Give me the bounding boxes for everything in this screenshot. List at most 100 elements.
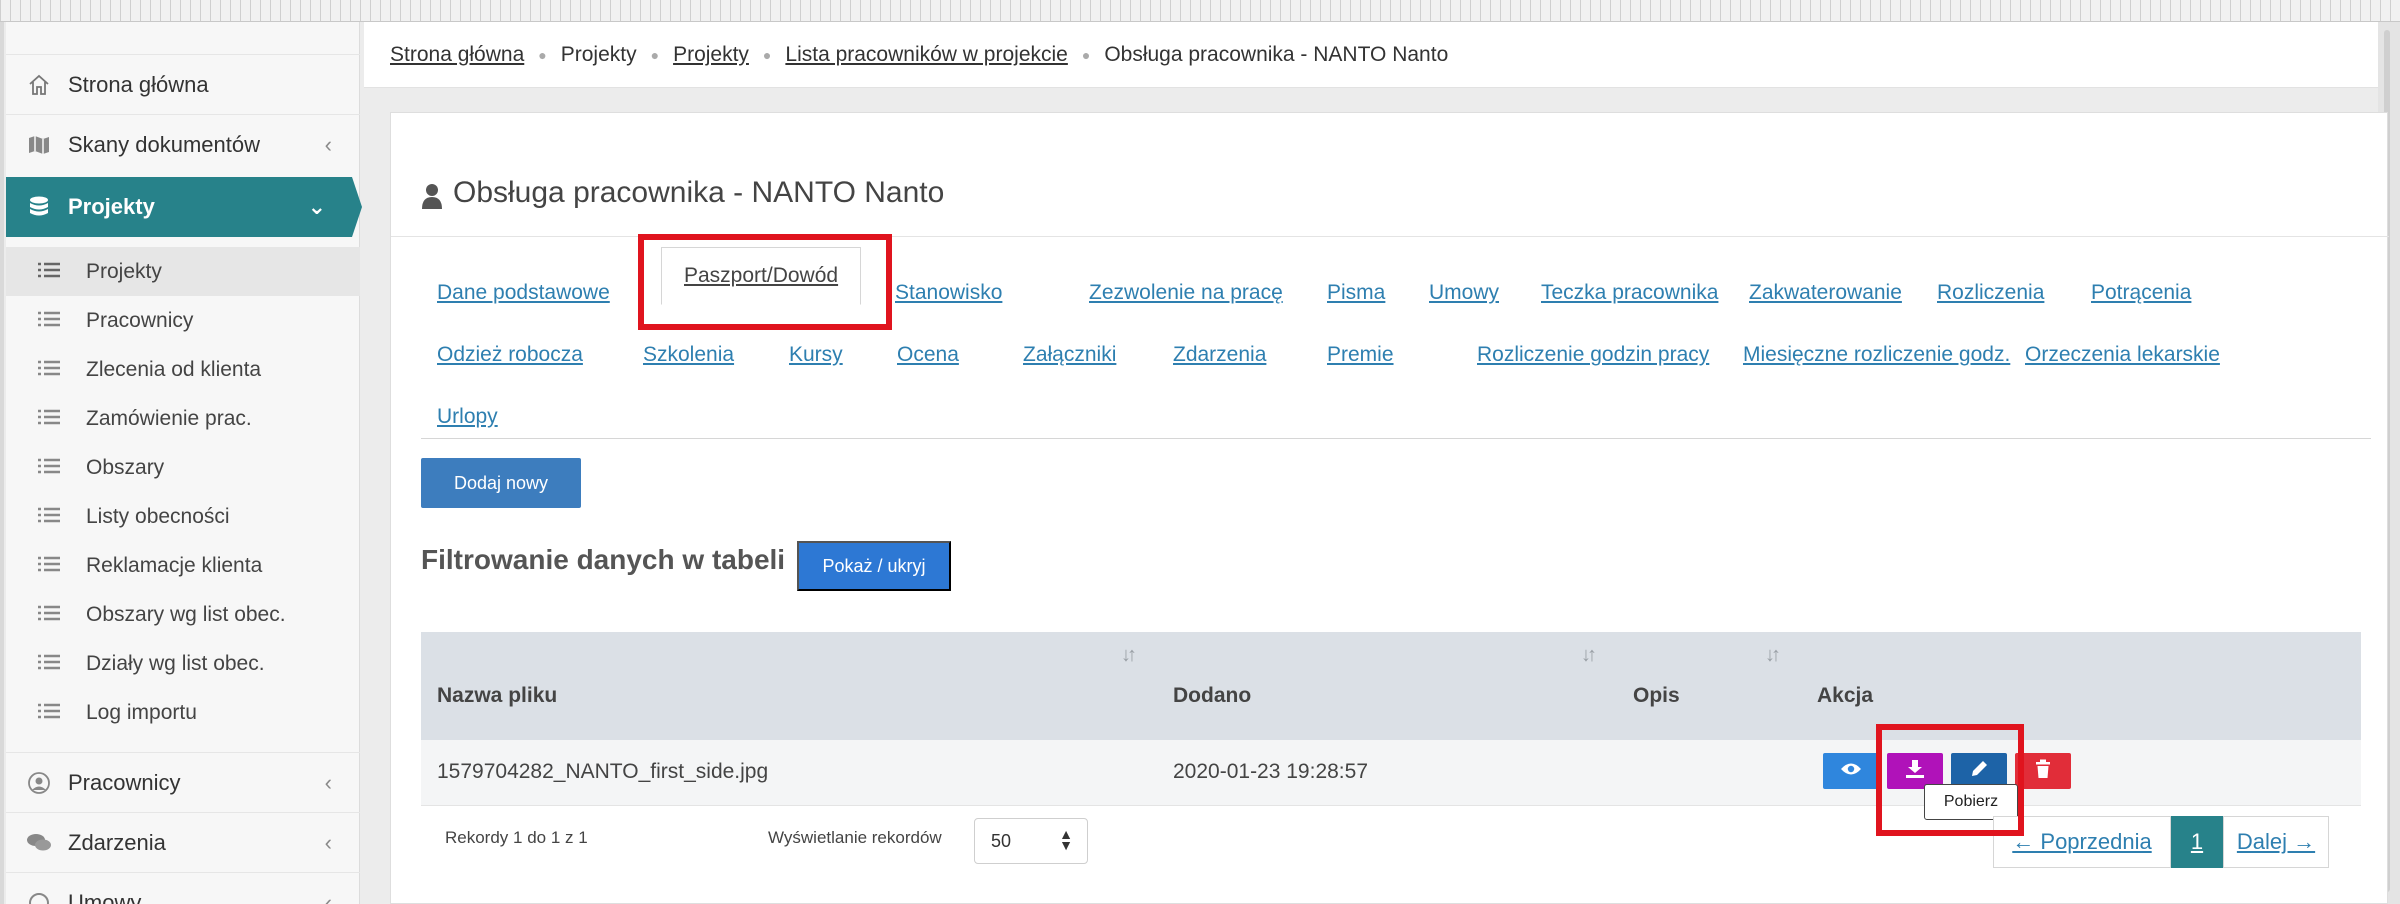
sort-icon[interactable]: ↓↑ xyxy=(1121,644,1137,667)
next-page-button[interactable]: Dalej → xyxy=(2223,816,2329,868)
records-per-page-select[interactable]: 50 ▲ ▼ xyxy=(974,818,1088,864)
sidebar-subitem-areas-by-list[interactable]: Obszary wg list obec. xyxy=(6,590,360,639)
view-button[interactable] xyxy=(1823,753,1879,789)
sidebar-subitem-workers[interactable]: Pracownicy xyxy=(6,296,360,345)
breadcrumb-separator: ● xyxy=(762,46,772,63)
sidebar-subitem-label: Obszary xyxy=(86,455,165,479)
user-circle-icon xyxy=(24,771,54,795)
tab-leaves[interactable]: Urlopy xyxy=(437,405,498,429)
sidebar-item-scans[interactable]: Skany dokumentów ‹ xyxy=(6,114,360,174)
tab-monthly-hours[interactable]: Miesięczne rozliczenie godz. xyxy=(1743,343,2010,367)
add-new-button[interactable]: Dodaj nowy xyxy=(421,458,581,508)
select-arrows-icon: ▲ ▼ xyxy=(1059,826,1073,853)
chevron-left-icon: ‹ xyxy=(324,889,332,904)
tab-courses[interactable]: Kursy xyxy=(789,343,843,367)
tab-letters[interactable]: Pisma xyxy=(1327,281,1385,305)
sort-icon[interactable]: ↓↑ xyxy=(1581,644,1597,667)
tab-events[interactable]: Zdarzenia xyxy=(1173,343,1266,367)
tab-deductions[interactable]: Potrącenia xyxy=(2091,281,2191,305)
worker-card: Obsługa pracownika - NANTO Nanto Dane po… xyxy=(390,112,2389,904)
tab-worker-folder[interactable]: Teczka pracownika xyxy=(1541,281,1718,305)
tab-work-permit[interactable]: Zezwolenie na pracę xyxy=(1089,281,1283,305)
records-info: Rekordy 1 do 1 z 1 xyxy=(445,828,588,847)
window-top-strip xyxy=(0,0,2400,22)
sidebar-subitem-label: Działy wg list obec. xyxy=(86,651,265,675)
sidebar-subitem-attendance[interactable]: Listy obecności xyxy=(6,492,360,541)
tab-medical-certificates[interactable]: Orzeczenia lekarskie xyxy=(2025,343,2220,367)
breadcrumb-projects: Projekty xyxy=(560,42,637,66)
map-icon xyxy=(24,133,54,157)
sidebar-item-events[interactable]: Zdarzenia ‹ xyxy=(6,812,360,872)
list-icon xyxy=(38,358,62,382)
chevron-left-icon: ‹ xyxy=(324,829,332,855)
sidebar-item-home[interactable]: Strona główna xyxy=(6,54,360,114)
trash-icon xyxy=(2034,759,2052,784)
sidebar-item-label: Umowy xyxy=(68,889,142,904)
sidebar: Strona główna Skany dokumentów ‹ Projekt… xyxy=(6,22,362,904)
sidebar-item-contracts[interactable]: Umowy ‹ xyxy=(6,872,360,904)
card-header: Obsługa pracownika - NANTO Nanto xyxy=(391,113,2389,237)
list-icon xyxy=(38,407,62,431)
sort-icon[interactable]: ↓↑ xyxy=(1765,644,1781,667)
sidebar-item-projects[interactable]: Projekty ⌄ xyxy=(6,177,362,237)
sidebar-subitem-departments[interactable]: Działy wg list obec. xyxy=(6,639,360,688)
sidebar-subitem-projects[interactable]: Projekty xyxy=(6,247,360,296)
sidebar-subitem-complaints[interactable]: Reklamacje klienta xyxy=(6,541,360,590)
sidebar-subitem-label: Zlecenia od klienta xyxy=(86,357,262,381)
home-icon xyxy=(24,73,54,97)
list-icon xyxy=(38,701,62,725)
sidebar-item-workers[interactable]: Pracownicy ‹ xyxy=(6,752,360,812)
sidebar-subitem-client-orders[interactable]: Zlecenia od klienta xyxy=(6,345,360,394)
page-1-button[interactable]: 1 xyxy=(2171,816,2223,868)
breadcrumb-separator: ● xyxy=(650,46,660,63)
column-header-action: Akcja xyxy=(1817,684,1874,707)
tab-position[interactable]: Stanowisko xyxy=(895,281,1002,305)
eye-icon xyxy=(1840,762,1862,781)
tab-accommodation[interactable]: Zakwaterowanie xyxy=(1749,281,1902,305)
show-hide-button[interactable]: Pokaż / ukryj xyxy=(797,541,951,591)
breadcrumb-worker-list-link[interactable]: Lista pracowników w projekcie xyxy=(785,43,1067,67)
tab-basic-data[interactable]: Dane podstawowe xyxy=(437,281,610,305)
tab-hours-settlement[interactable]: Rozliczenie godzin pracy xyxy=(1477,343,1709,367)
sidebar-item-label: Strona główna xyxy=(68,71,209,97)
column-header-description[interactable]: Opis xyxy=(1633,684,1680,708)
breadcrumb-home-link[interactable]: Strona główna xyxy=(390,43,524,67)
breadcrumb-separator: ● xyxy=(1081,46,1091,63)
database-icon xyxy=(24,195,54,219)
pagination: ← Poprzednia 1 Dalej → xyxy=(1993,816,2329,868)
sidebar-subitem-work-orders[interactable]: Zamówienie prac. xyxy=(6,394,360,443)
tab-bonuses[interactable]: Premie xyxy=(1327,343,1394,367)
tab-attachments[interactable]: Załączniki xyxy=(1023,343,1116,367)
table-header: Nazwa pliku ↓↑ Dodano ↓↑ Opis ↓↑ Akcja xyxy=(421,632,2361,740)
comments-icon xyxy=(24,832,54,854)
sidebar-subitem-areas[interactable]: Obszary xyxy=(6,443,360,492)
sidebar-item-label: Projekty xyxy=(68,194,155,219)
sidebar-subitem-label: Log importu xyxy=(86,700,197,724)
sidebar-item-label: Skany dokumentów xyxy=(68,131,260,157)
sidebar-subitem-label: Projekty xyxy=(86,259,162,283)
chevron-left-icon: ‹ xyxy=(324,131,332,157)
tab-evaluation[interactable]: Ocena xyxy=(897,343,959,367)
highlight-box-tab xyxy=(638,234,892,330)
tab-settlements[interactable]: Rozliczenia xyxy=(1937,281,2044,305)
list-icon xyxy=(38,456,62,480)
column-header-filename[interactable]: Nazwa pliku xyxy=(437,684,557,708)
sidebar-subitem-label: Pracownicy xyxy=(86,308,194,332)
sidebar-subitem-label: Obszary wg list obec. xyxy=(86,602,286,626)
breadcrumb-separator: ● xyxy=(538,46,547,63)
column-header-added[interactable]: Dodano xyxy=(1173,684,1251,708)
records-per-page-label: Wyświetlanie rekordów xyxy=(768,828,942,847)
breadcrumb-current: Obsługa pracownika - NANTO Nanto xyxy=(1104,42,1449,66)
sidebar-subitem-label: Listy obecności xyxy=(86,504,230,528)
breadcrumb-projects-link[interactable]: Projekty xyxy=(673,43,749,67)
sidebar-subitem-import-log[interactable]: Log importu xyxy=(6,688,360,737)
chevron-down-icon: ⌄ xyxy=(307,194,326,219)
records-per-page-value: 50 xyxy=(991,830,1012,851)
list-icon xyxy=(38,260,62,284)
tab-workwear[interactable]: Odzież robocza xyxy=(437,343,583,367)
tab-contracts[interactable]: Umowy xyxy=(1429,281,1499,305)
tab-trainings[interactable]: Szkolenia xyxy=(643,343,734,367)
breadcrumb: Strona główna ● Projekty ● Projekty ● Li… xyxy=(364,22,2378,88)
list-icon xyxy=(38,652,62,676)
contract-icon xyxy=(24,891,54,904)
